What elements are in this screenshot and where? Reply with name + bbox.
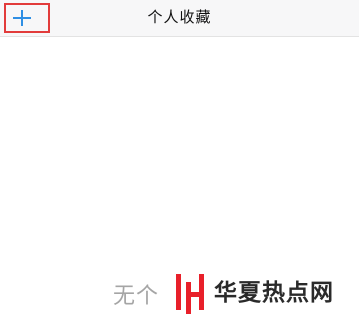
navigation-bar: 个人收藏 [0,0,359,37]
page-title: 个人收藏 [147,8,212,26]
watermark-text: 华夏热点网 [214,280,334,306]
empty-state-text: 无个 [113,284,160,309]
watermark-logo-icon [176,274,204,314]
watermark: 华夏热点网 [174,272,352,316]
